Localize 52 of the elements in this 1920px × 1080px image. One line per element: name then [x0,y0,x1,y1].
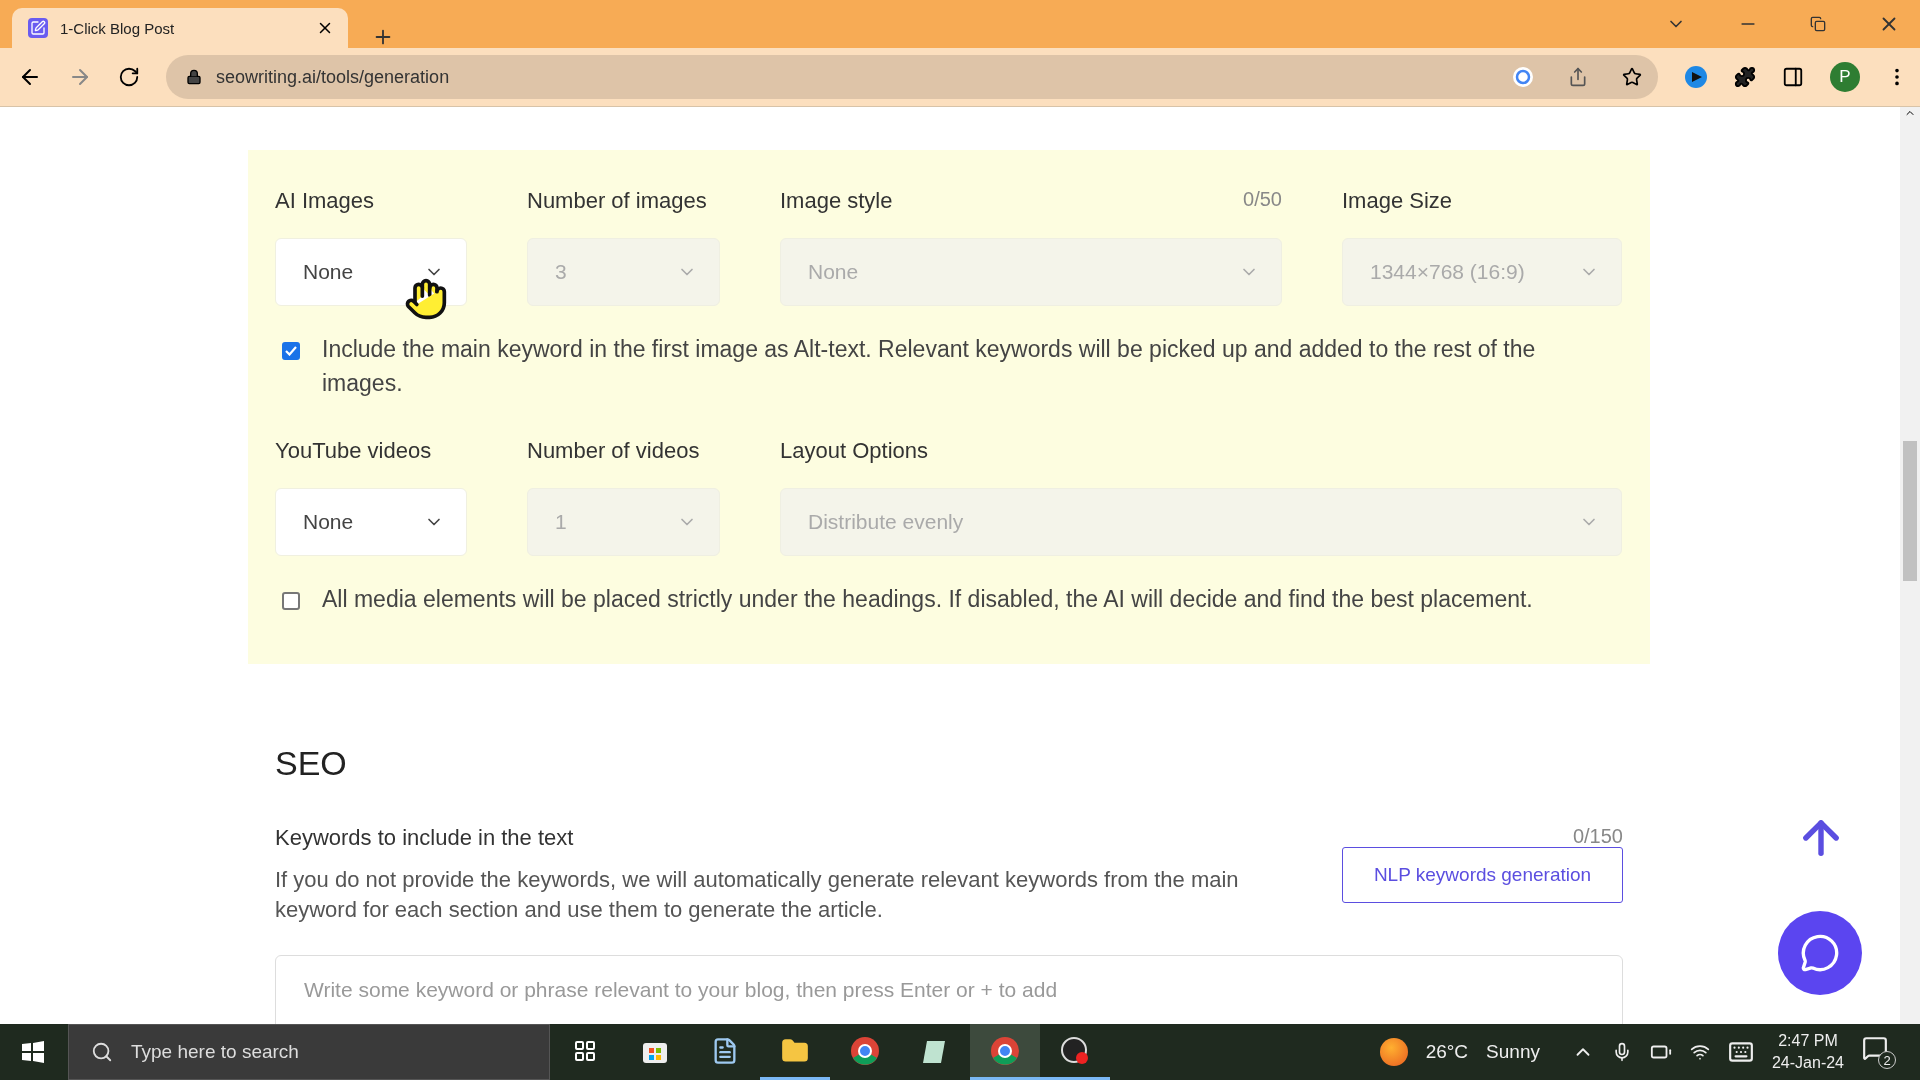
notification-center[interactable]: 2 [1862,1035,1896,1069]
wifi-icon[interactable] [1689,1042,1710,1062]
folder-icon [781,1036,809,1065]
search-icon [91,1041,113,1063]
lock-icon [186,69,202,85]
tab-title: 1-Click Blog Post [60,19,176,37]
dropdown[interactable]: None [275,488,467,556]
character-counter: 0/150 [1572,825,1623,849]
checkbox[interactable] [282,342,300,360]
nlp-keywords-button[interactable]: NLP keywords generation [1342,847,1623,903]
field-label: Number of images [527,188,707,214]
taskbar-search[interactable]: Type here to search [68,1024,550,1080]
weather-text: Sunny [1486,1041,1540,1063]
browser-tab[interactable]: 1-Click Blog Post [12,8,348,48]
character-counter: 0/50 [1243,188,1282,212]
field-label: Keywords to include in the text [275,825,574,851]
extension-icon[interactable] [1684,65,1708,89]
field-description: If you do not provide the keywords, we will automatically generate relevant keywords from the main keyword for each section and use them to generate the article. [275,866,1240,924]
browser-icon [850,1035,880,1066]
clock[interactable]: 2:47 PM 24-Jan-24 [1771,1032,1844,1072]
keyboard-icon[interactable] [1727,1039,1754,1065]
hand-cursor-icon [404,277,448,321]
chat-icon [1800,933,1840,973]
keywords-input[interactable]: Write some keyword or phrase relevant to your blog, then press Enter or + to add [275,955,1623,1024]
checkbox[interactable] [282,592,300,610]
side-panel-icon[interactable] [1782,66,1804,88]
search-placeholder: Type here to search [131,1041,299,1063]
section-heading: SEO [275,744,348,783]
browser-icon [990,1035,1020,1066]
sun-icon [1379,1038,1408,1066]
start-icon[interactable] [21,1040,45,1064]
field-label: Image Size [1342,188,1453,214]
pen-icon [28,18,48,38]
dropdown[interactable]: None [275,238,467,306]
scrollbar-thumb[interactable] [1903,441,1917,581]
field-label: Layout Options [780,438,928,464]
reload-icon[interactable] [118,66,140,88]
checkbox-label: All media elements will be placed strictly under the headings. If disabled, the AI will decide and find the best placement. [322,585,1533,614]
recorder-icon [1060,1035,1090,1066]
field-label: AI Images [275,188,375,214]
temperature: 26°C [1425,1041,1469,1063]
field-label: Image style [780,188,893,214]
field-label: YouTube videos [275,438,432,464]
scrollbar[interactable] [1900,107,1920,1024]
task-view-icon [573,1038,597,1063]
extensions-icon[interactable] [1734,66,1756,88]
bookmark-star-icon[interactable] [1622,67,1642,87]
field-label: Number of videos [527,438,700,464]
restore-icon[interactable] [1810,16,1826,32]
checkbox-label: Include the main keyword in the first image as Alt-text. Relevant keywords will be picked up and added to the rest of the images. [322,335,1537,398]
profile-avatar[interactable]: P [1830,62,1860,92]
share-icon[interactable] [1568,67,1588,87]
